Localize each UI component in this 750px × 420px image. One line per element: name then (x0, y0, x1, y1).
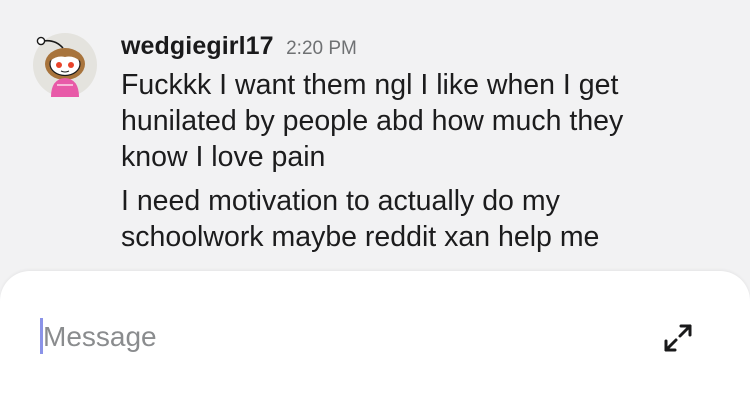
message-text-line: hunilated by people abd how much they (121, 105, 624, 137)
message-header: wedgiegirl17 2:20 PM (121, 32, 357, 66)
timestamp: 2:20 PM (286, 38, 357, 59)
expand-button[interactable] (660, 320, 696, 356)
avatar[interactable] (33, 33, 97, 97)
message-text-line: know I love pain (121, 141, 326, 173)
username[interactable]: wedgiegirl17 (121, 32, 274, 60)
expand-icon (664, 324, 692, 352)
snoo-avatar-icon (36, 36, 85, 97)
message-input[interactable] (43, 318, 603, 356)
message-text-line: Fuckkk I want them ngl I like when I get (121, 69, 619, 101)
message-text-line: I need motivation to actually do my (121, 185, 560, 217)
message-text-line: schoolwork maybe reddit xan help me (121, 221, 600, 253)
chat-area: wedgiegirl17 2:20 PM Fuckkk I want them … (0, 0, 750, 290)
